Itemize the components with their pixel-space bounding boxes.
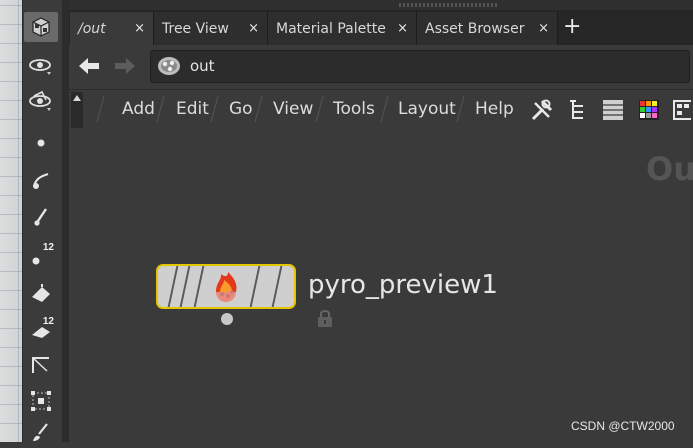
transform-icon[interactable] [26, 386, 56, 416]
tab-label: Material Palette [276, 20, 386, 37]
pane-grip[interactable] [69, 0, 693, 10]
point-number-icon[interactable]: 12 [26, 240, 56, 270]
path-field[interactable] [150, 50, 690, 83]
menu-edit[interactable]: Edit [176, 99, 209, 119]
primitive-icon[interactable] [26, 278, 56, 308]
forward-button[interactable] [113, 55, 137, 77]
close-icon[interactable]: × [134, 21, 145, 36]
path-label: out [190, 57, 215, 75]
tree-icon[interactable] [566, 97, 592, 123]
tab-label: /out [78, 20, 106, 37]
arrow-left-icon [79, 58, 99, 74]
out-context-icon [157, 55, 181, 77]
close-icon[interactable]: × [538, 21, 549, 36]
lock-icon[interactable] [316, 308, 334, 328]
watermark-text: CSDN @CTW2000 [571, 419, 675, 433]
node-label[interactable]: pyro_preview1 [308, 270, 498, 300]
tab-asset-browser[interactable]: Asset Browser × [417, 12, 558, 45]
fire-icon [208, 270, 244, 306]
context-watermark: Ou [646, 150, 693, 188]
select-tool-icon[interactable] [24, 12, 58, 42]
paint-icon[interactable] [26, 418, 56, 448]
list-view-icon[interactable] [601, 97, 627, 123]
menu-help[interactable]: Help [475, 99, 514, 119]
tab-label: Asset Browser [425, 20, 525, 37]
viewport-grid [0, 0, 22, 442]
view-tool-icon[interactable] [26, 50, 56, 80]
curve-tool-icon[interactable] [26, 166, 56, 196]
menu-scroll-button[interactable] [71, 92, 83, 128]
menu-go[interactable]: Go [229, 99, 253, 119]
close-icon[interactable]: × [397, 21, 408, 36]
arrow-right-icon [115, 58, 135, 74]
node-output-connector[interactable] [221, 313, 233, 325]
primitive-number-icon[interactable]: 12 [26, 314, 56, 344]
edge-icon[interactable] [26, 350, 56, 380]
wrench-icon[interactable] [529, 97, 555, 123]
close-icon[interactable]: × [248, 21, 259, 36]
menu-layout[interactable]: Layout [398, 99, 456, 119]
menu-tools[interactable]: Tools [333, 99, 375, 119]
add-tab-button[interactable]: + [563, 14, 581, 40]
menu-view[interactable]: View [273, 99, 313, 119]
tab-tree-view[interactable]: Tree View × [154, 12, 268, 45]
pane-separator[interactable] [62, 0, 69, 442]
grid-view-icon[interactable] [671, 97, 691, 123]
brush-tool-icon[interactable] [26, 202, 56, 232]
tab-out[interactable]: /out × [70, 12, 154, 45]
badge-label: 12 [42, 242, 54, 253]
menu-add[interactable]: Add [122, 99, 155, 119]
badge-label: 12 [42, 316, 54, 327]
tab-label: Tree View [162, 20, 229, 37]
tab-material-palette[interactable]: Material Palette × [268, 12, 417, 45]
back-button[interactable] [77, 55, 101, 77]
color-palette-icon[interactable] [637, 97, 663, 123]
handle-tool-icon[interactable] [26, 86, 56, 116]
point-icon[interactable] [26, 128, 56, 158]
